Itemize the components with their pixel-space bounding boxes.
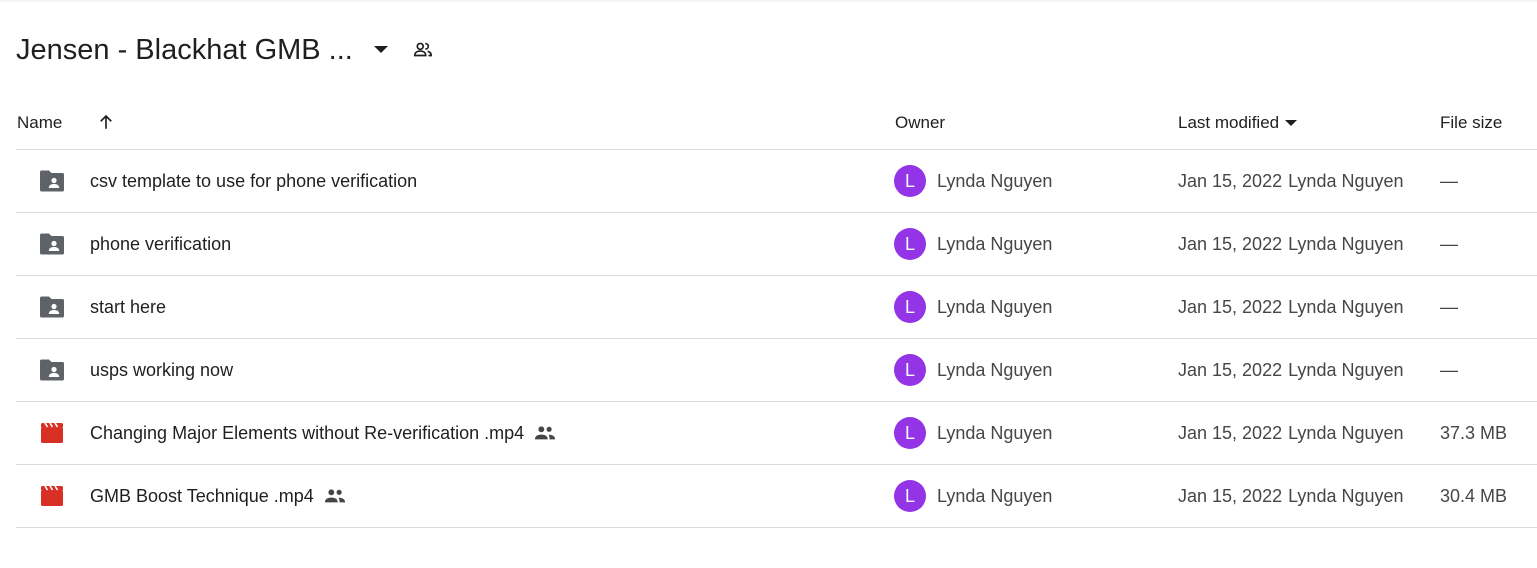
arrow-upward-icon[interactable] (94, 110, 118, 134)
file-list: csv template to use for phone verificati… (16, 149, 1537, 528)
video-file-icon (38, 420, 66, 446)
folder-title[interactable]: Jensen - Blackhat GMB ... (16, 34, 353, 67)
shared-folder-icon (38, 294, 66, 320)
file-size: — (1440, 296, 1458, 317)
file-row[interactable]: start here L Lynda Nguyen Jan 15, 2022 Lynda… (16, 276, 1537, 339)
modified-by: Lynda Nguyen (1288, 485, 1404, 506)
file-row[interactable]: Changing Major Elements without Re-verif… (16, 402, 1537, 465)
modified-by: Lynda Nguyen (1288, 170, 1404, 191)
file-name: GMB Boost Technique .mp4 (90, 465, 346, 527)
video-file-icon (38, 483, 66, 509)
owner-name: Lynda Nguyen (937, 170, 1053, 191)
last-modified-cell: Jan 15, 2022 Lynda Nguyen (1178, 465, 1404, 527)
file-size: 30.4 MB (1440, 485, 1508, 506)
file-name: csv template to use for phone verificati… (90, 150, 417, 212)
shared-folder-icon (38, 231, 66, 257)
last-modified-cell: Jan 15, 2022 Lynda Nguyen (1178, 402, 1404, 464)
avatar[interactable]: L (894, 354, 926, 386)
folder-header: Jensen - Blackhat GMB ... (16, 24, 441, 76)
file-row[interactable]: GMB Boost Technique .mp4 L Lynda Nguyen Jan… (16, 465, 1537, 528)
top-divider (0, 0, 1537, 2)
modified-by: Lynda Nguyen (1288, 233, 1404, 254)
owner-name: Lynda Nguyen (937, 359, 1053, 380)
file-size: — (1440, 359, 1458, 380)
file-name: usps working now (90, 339, 233, 401)
modified-date: Jan 15, 2022 (1178, 296, 1283, 317)
shared-folder-icon (38, 168, 66, 194)
last-modified-cell: Jan 15, 2022 Lynda Nguyen (1178, 339, 1404, 401)
file-name: start here (90, 276, 166, 338)
file-size: — (1440, 233, 1458, 254)
shared-people-icon (324, 487, 346, 505)
shared-folder-icon (38, 357, 66, 383)
column-header-owner-label: Owner (895, 113, 946, 132)
file-row[interactable]: csv template to use for phone verificati… (16, 150, 1537, 213)
owner-cell: L Lynda Nguyen (894, 150, 1052, 212)
file-name: Changing Major Elements without Re-verif… (90, 402, 556, 464)
file-name-text: Changing Major Elements without Re-verif… (90, 422, 525, 443)
arrow-drop-down-icon (1285, 119, 1298, 127)
file-name: phone verification (90, 213, 231, 275)
owner-name: Lynda Nguyen (937, 233, 1053, 254)
last-modified-cell: Jan 15, 2022 Lynda Nguyen (1178, 150, 1404, 212)
modified-date: Jan 15, 2022 (1178, 170, 1283, 191)
column-header-last-modified[interactable]: Last modified (1178, 103, 1298, 143)
modified-by: Lynda Nguyen (1288, 422, 1404, 443)
column-header-file-size-label: File size (1440, 113, 1503, 132)
owner-cell: L Lynda Nguyen (894, 465, 1052, 527)
avatar[interactable]: L (894, 417, 926, 449)
owner-name: Lynda Nguyen (937, 485, 1053, 506)
last-modified-cell: Jan 15, 2022 Lynda Nguyen (1178, 213, 1404, 275)
modified-date: Jan 15, 2022 (1178, 233, 1283, 254)
modified-by: Lynda Nguyen (1288, 359, 1404, 380)
modified-date: Jan 15, 2022 (1178, 422, 1283, 443)
modified-date: Jan 15, 2022 (1178, 359, 1283, 380)
column-header-owner: Owner (895, 103, 945, 143)
owner-name: Lynda Nguyen (937, 422, 1053, 443)
file-name-text: usps working now (90, 359, 234, 380)
owner-cell: L Lynda Nguyen (894, 339, 1052, 401)
people-outline-icon[interactable] (405, 32, 441, 68)
file-name-text: csv template to use for phone verificati… (90, 170, 418, 191)
column-header-name[interactable]: Name (17, 103, 62, 143)
avatar[interactable]: L (894, 165, 926, 197)
file-size: — (1440, 170, 1458, 191)
column-header-name-label: Name (17, 113, 63, 132)
arrow-drop-down-icon[interactable] (367, 36, 395, 64)
modified-by: Lynda Nguyen (1288, 296, 1404, 317)
file-row[interactable]: phone verification L Lynda Nguyen Jan 15, 2… (16, 213, 1537, 276)
modified-date: Jan 15, 2022 (1178, 485, 1283, 506)
shared-people-icon (534, 424, 556, 442)
avatar[interactable]: L (894, 480, 926, 512)
owner-name: Lynda Nguyen (937, 296, 1053, 317)
owner-cell: L Lynda Nguyen (894, 213, 1052, 275)
file-row[interactable]: usps working now L Lynda Nguyen Jan 15, 202… (16, 339, 1537, 402)
file-name-text: phone verification (90, 233, 232, 254)
file-size: 37.3 MB (1440, 422, 1508, 443)
owner-cell: L Lynda Nguyen (894, 276, 1052, 338)
last-modified-cell: Jan 15, 2022 Lynda Nguyen (1178, 276, 1404, 338)
file-name-text: GMB Boost Technique .mp4 (90, 485, 314, 506)
column-header-last-modified-label: Last modified (1178, 113, 1280, 132)
owner-cell: L Lynda Nguyen (894, 402, 1052, 464)
column-header-file-size: File size (1440, 103, 1502, 143)
file-name-text: start here (90, 296, 167, 317)
avatar[interactable]: L (894, 228, 926, 260)
avatar[interactable]: L (894, 291, 926, 323)
